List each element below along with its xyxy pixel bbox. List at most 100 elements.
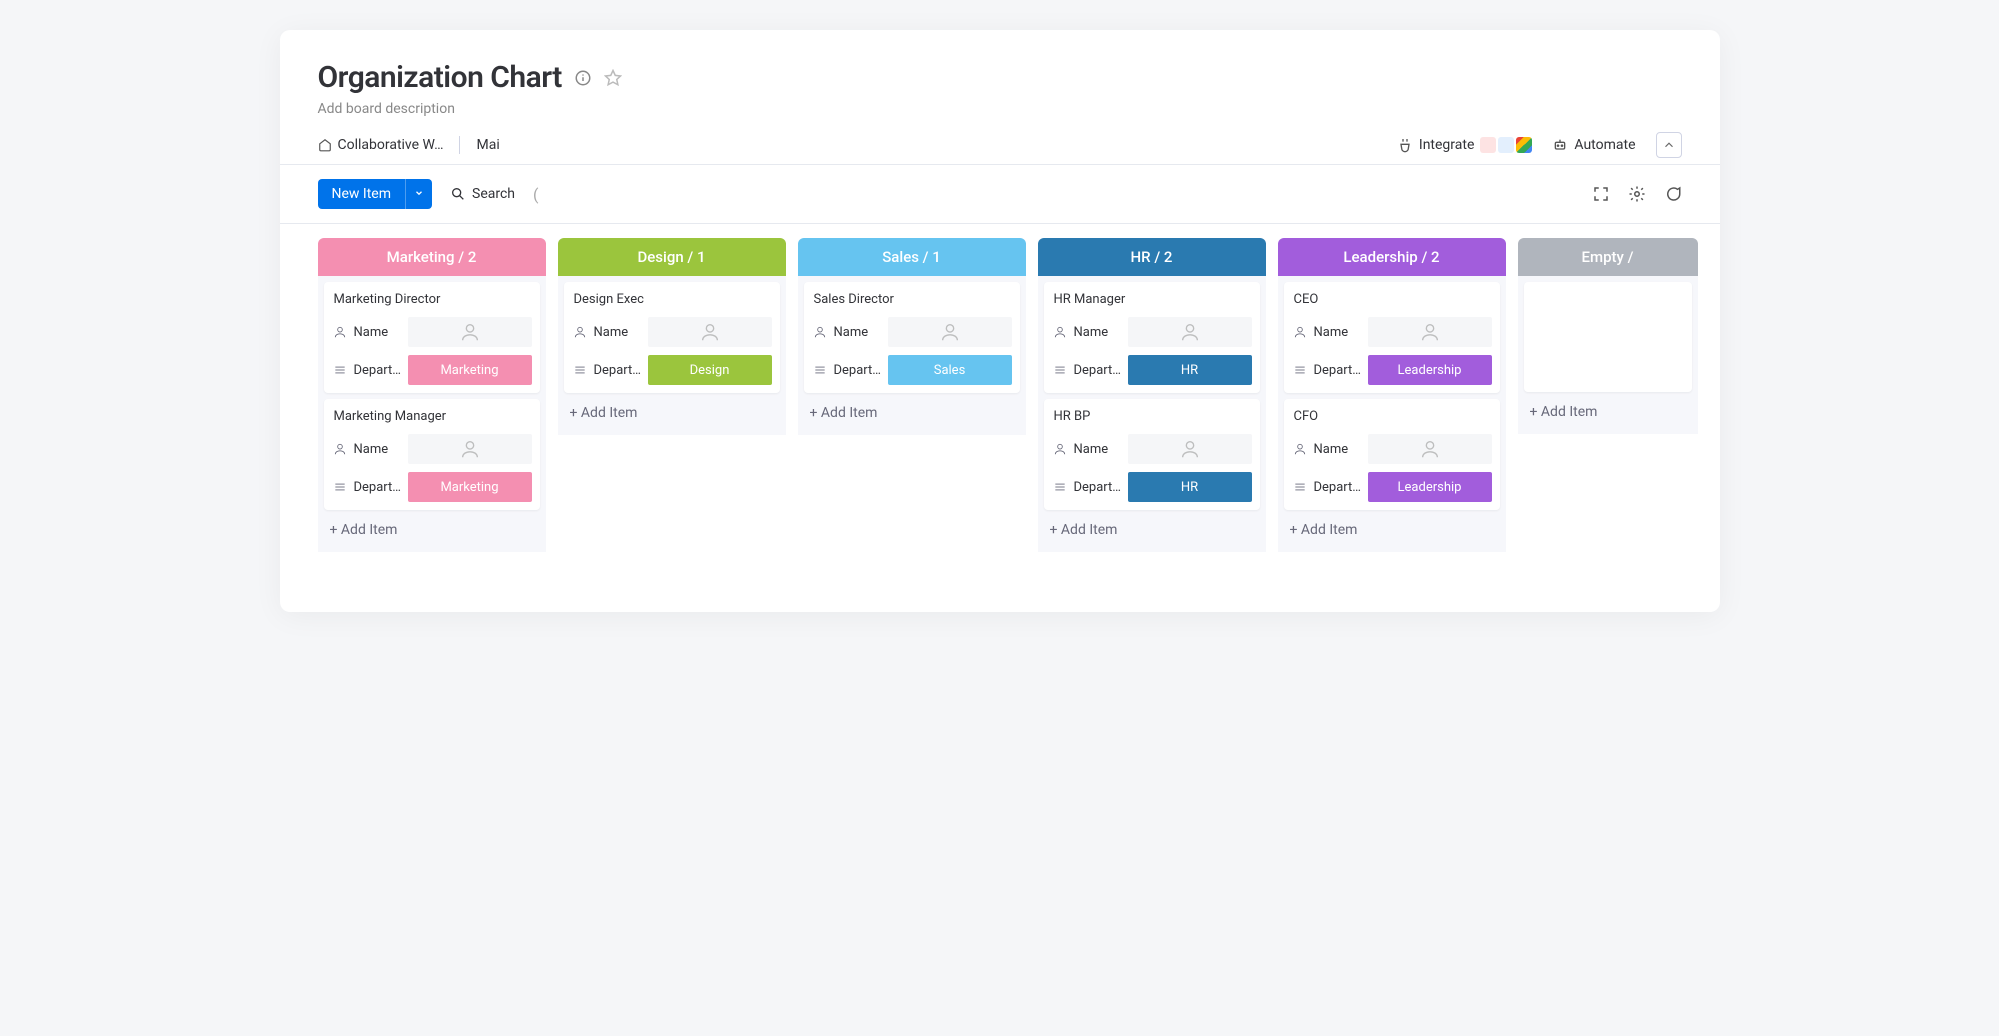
card-row-department: Depart…Marketing bbox=[324, 351, 540, 393]
truncated-toolbar: ( bbox=[533, 185, 538, 204]
add-item-button[interactable]: + Add Item bbox=[1278, 510, 1506, 546]
integrate-button[interactable]: Integrate bbox=[1397, 137, 1533, 153]
card-row-name: Name bbox=[324, 430, 540, 468]
card-row-department: Depart…Marketing bbox=[324, 468, 540, 510]
app-window: Organization Chart Add board description… bbox=[280, 30, 1720, 612]
name-avatar-cell[interactable] bbox=[1368, 434, 1492, 464]
card-row-name: Name bbox=[1284, 313, 1500, 351]
card-title: Design Exec bbox=[564, 282, 780, 313]
card-row-department: Depart…Sales bbox=[804, 351, 1020, 393]
list-icon bbox=[332, 363, 348, 377]
gear-icon bbox=[1628, 185, 1646, 203]
card-row-department: Depart… Leadership bbox=[1284, 468, 1500, 510]
name-avatar-cell[interactable] bbox=[1128, 434, 1252, 464]
card-title: HR Manager bbox=[1044, 282, 1260, 313]
card-title: Marketing Manager bbox=[324, 399, 540, 430]
kanban-column: HR / 2HR ManagerNameDepart…HRHR BPNameDe… bbox=[1038, 238, 1266, 552]
kanban-board[interactable]: Marketing / 2Marketing DirectorNameDepar… bbox=[280, 224, 1720, 552]
row-label-department: Depart… bbox=[1074, 480, 1122, 495]
list-icon bbox=[1052, 480, 1068, 494]
card-title: CEO bbox=[1284, 282, 1500, 313]
kanban-column: Leadership / 2CEONameDepart…LeadershipCF… bbox=[1278, 238, 1506, 552]
card-row-department: Depart… HR bbox=[1044, 351, 1260, 393]
department-value[interactable]: HR bbox=[1128, 472, 1252, 502]
card-title: Sales Director bbox=[804, 282, 1020, 313]
department-value[interactable]: Marketing bbox=[408, 472, 532, 502]
view-tabs: Collaborative W… Mai Integrate Automate bbox=[280, 125, 1720, 165]
automate-button[interactable]: Automate bbox=[1552, 137, 1635, 153]
board-header: Organization Chart bbox=[280, 60, 1720, 95]
row-label-name: Name bbox=[354, 442, 402, 457]
card-row-name: Name bbox=[1044, 430, 1260, 468]
card-title: HR BP bbox=[1044, 399, 1260, 430]
list-icon bbox=[1292, 480, 1308, 494]
person-icon bbox=[1052, 442, 1068, 456]
kanban-card[interactable]: CFONameDepart…Leadership bbox=[1284, 399, 1500, 510]
empty-card bbox=[1524, 282, 1692, 392]
column-header[interactable]: Marketing / 2 bbox=[318, 238, 546, 276]
board-toolbar: New Item Search ( bbox=[280, 165, 1720, 224]
card-title: Marketing Director bbox=[324, 282, 540, 313]
add-item-button[interactable]: + Add Item bbox=[1518, 392, 1698, 428]
kanban-card[interactable]: HR BP Name Depart… HR bbox=[1044, 399, 1260, 510]
workspace-breadcrumb[interactable]: Collaborative W… bbox=[318, 125, 444, 164]
column-header[interactable]: Leadership / 2 bbox=[1278, 238, 1506, 276]
kanban-column: Sales / 1 Sales DirectorNameDepart…Sales+… bbox=[798, 238, 1026, 435]
kanban-card[interactable]: HR ManagerNameDepart…HR bbox=[1044, 282, 1260, 393]
star-icon[interactable] bbox=[604, 69, 622, 87]
person-icon bbox=[1052, 325, 1068, 339]
name-avatar-cell[interactable] bbox=[408, 317, 532, 347]
info-icon[interactable] bbox=[574, 69, 592, 87]
kanban-card[interactable]: Marketing DirectorNameDepart…Marketing bbox=[324, 282, 540, 393]
kanban-card[interactable]: Sales DirectorNameDepart…Sales bbox=[804, 282, 1020, 393]
person-icon bbox=[1292, 325, 1308, 339]
kanban-card[interactable]: Design ExecNameDepart…Design bbox=[564, 282, 780, 393]
name-avatar-cell[interactable] bbox=[1368, 317, 1492, 347]
automate-label: Automate bbox=[1574, 137, 1635, 153]
kanban-card[interactable]: CEONameDepart…Leadership bbox=[1284, 282, 1500, 393]
department-value[interactable]: Sales bbox=[888, 355, 1012, 385]
department-value[interactable]: Leadership bbox=[1368, 472, 1492, 502]
list-icon bbox=[572, 363, 588, 377]
card-row-name: Name bbox=[324, 313, 540, 351]
collapse-header-button[interactable] bbox=[1656, 132, 1682, 158]
name-avatar-cell[interactable] bbox=[888, 317, 1012, 347]
add-item-button[interactable]: + Add Item bbox=[318, 510, 546, 546]
new-item-button[interactable]: New Item bbox=[318, 179, 433, 209]
department-value[interactable]: Leadership bbox=[1368, 355, 1492, 385]
add-item-button[interactable]: + Add Item bbox=[558, 393, 786, 429]
fullscreen-button[interactable] bbox=[1592, 185, 1610, 203]
row-label-department: Depart… bbox=[1074, 363, 1122, 378]
integration-icon-1 bbox=[1480, 137, 1496, 153]
row-label-department: Depart… bbox=[1314, 480, 1362, 495]
chevron-down-icon bbox=[414, 188, 424, 198]
column-header[interactable]: HR / 2 bbox=[1038, 238, 1266, 276]
settings-button[interactable] bbox=[1628, 185, 1646, 203]
name-avatar-cell[interactable] bbox=[1128, 317, 1252, 347]
department-value[interactable]: Marketing bbox=[408, 355, 532, 385]
comments-button[interactable] bbox=[1664, 185, 1682, 203]
row-label-name: Name bbox=[1314, 442, 1362, 457]
name-avatar-cell[interactable] bbox=[648, 317, 772, 347]
kanban-card[interactable]: Marketing Manager Name Depart…Marketing bbox=[324, 399, 540, 510]
integrate-label: Integrate bbox=[1419, 137, 1475, 153]
new-item-dropdown[interactable] bbox=[405, 179, 432, 209]
search-button[interactable]: Search bbox=[450, 186, 515, 202]
name-avatar-cell[interactable] bbox=[408, 434, 532, 464]
person-icon bbox=[572, 325, 588, 339]
kanban-column: Design / 1 Design ExecNameDepart…Design+ … bbox=[558, 238, 786, 435]
divider bbox=[459, 136, 460, 154]
integration-icon-2 bbox=[1498, 137, 1514, 153]
person-icon bbox=[812, 325, 828, 339]
board-description[interactable]: Add board description bbox=[318, 101, 1720, 117]
department-value[interactable]: HR bbox=[1128, 355, 1252, 385]
department-value[interactable]: Design bbox=[648, 355, 772, 385]
add-item-button[interactable]: + Add Item bbox=[1038, 510, 1266, 546]
row-label-name: Name bbox=[1074, 442, 1122, 457]
column-header[interactable]: Empty / bbox=[1518, 238, 1698, 276]
add-item-button[interactable]: + Add Item bbox=[798, 393, 1026, 429]
column-header[interactable]: Design / 1 bbox=[558, 238, 786, 276]
column-header[interactable]: Sales / 1 bbox=[798, 238, 1026, 276]
plug-icon bbox=[1397, 137, 1413, 153]
main-table-tab[interactable]: Mai bbox=[476, 125, 499, 164]
